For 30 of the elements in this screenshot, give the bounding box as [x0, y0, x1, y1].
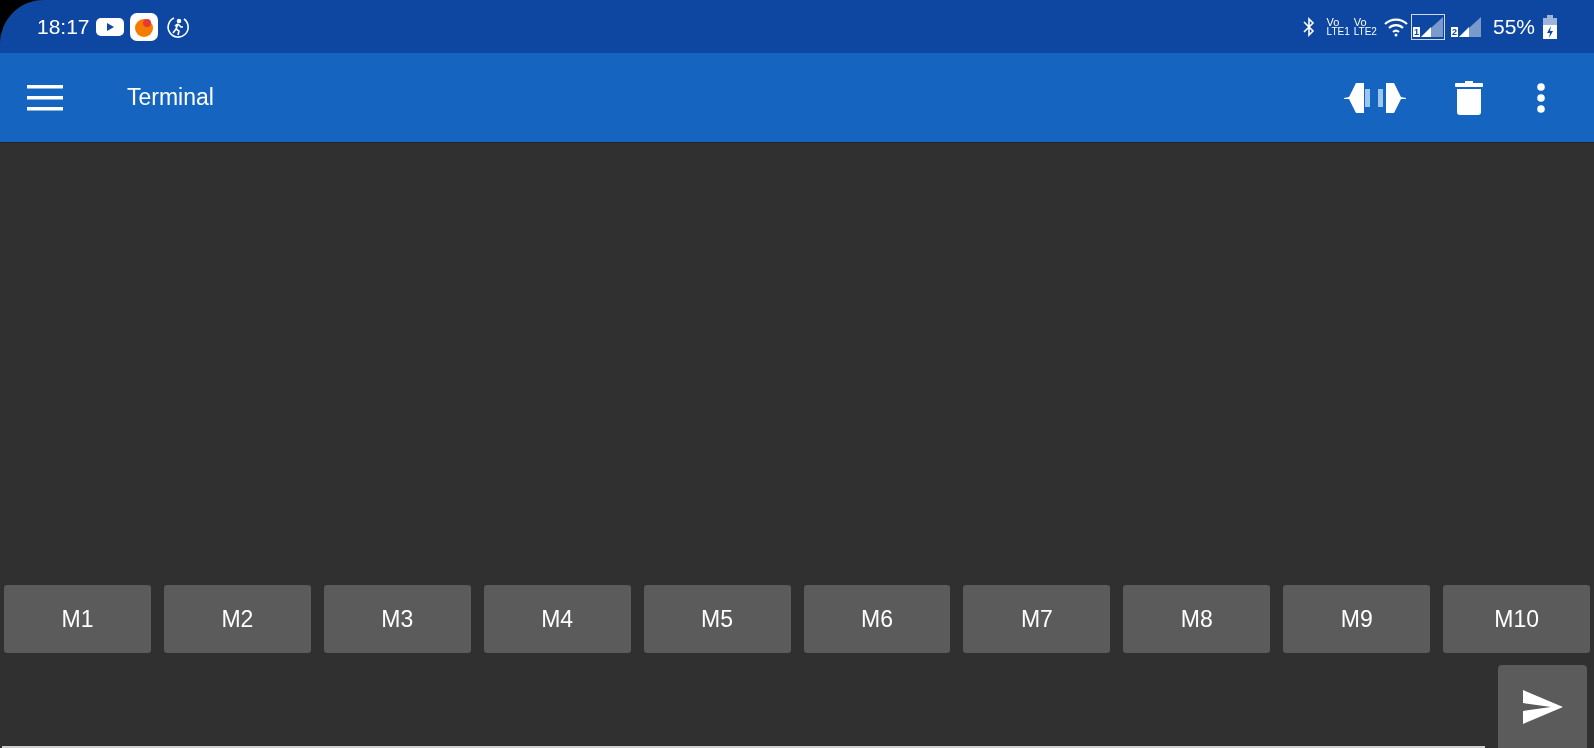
wifi-icon [1382, 16, 1409, 37]
lte-label: LTE1 [1326, 26, 1350, 37]
macro-button[interactable]: M2 [163, 585, 311, 653]
send-icon [1522, 689, 1563, 724]
sim-signal-indicator: 1 [1410, 13, 1445, 40]
play-app-icon [95, 16, 124, 37]
macro-button[interactable]: M9 [1283, 585, 1431, 653]
bluetooth-icon [1302, 16, 1315, 37]
send-button[interactable] [1498, 665, 1587, 748]
macro-button[interactable]: M8 [1123, 585, 1271, 653]
plug-connector-icon [1344, 80, 1406, 115]
battery-percent: 55% [1492, 13, 1535, 40]
app-notification-icon [129, 12, 158, 41]
macro-button[interactable]: M4 [483, 585, 631, 653]
menu-icon [27, 84, 63, 111]
trash-icon [1455, 80, 1483, 115]
macro-button[interactable]: M6 [803, 585, 951, 653]
clock-time: 18:17 [37, 13, 90, 40]
macro-button[interactable]: M1 [4, 585, 151, 653]
macro-button[interactable]: M5 [643, 585, 791, 653]
volte-label: Vo [1353, 16, 1367, 27]
more-options-icon [1536, 81, 1546, 114]
macro-button[interactable]: M3 [323, 585, 471, 653]
lte-label: LTE2 [1353, 26, 1377, 37]
runner-icon [165, 14, 190, 39]
macro-button[interactable]: M10 [1443, 585, 1591, 653]
battery-charging-icon [1543, 14, 1557, 39]
macro-button[interactable]: M7 [963, 585, 1111, 653]
toolbar-title: Terminal [127, 83, 214, 113]
volte-label: Vo [1326, 16, 1340, 27]
